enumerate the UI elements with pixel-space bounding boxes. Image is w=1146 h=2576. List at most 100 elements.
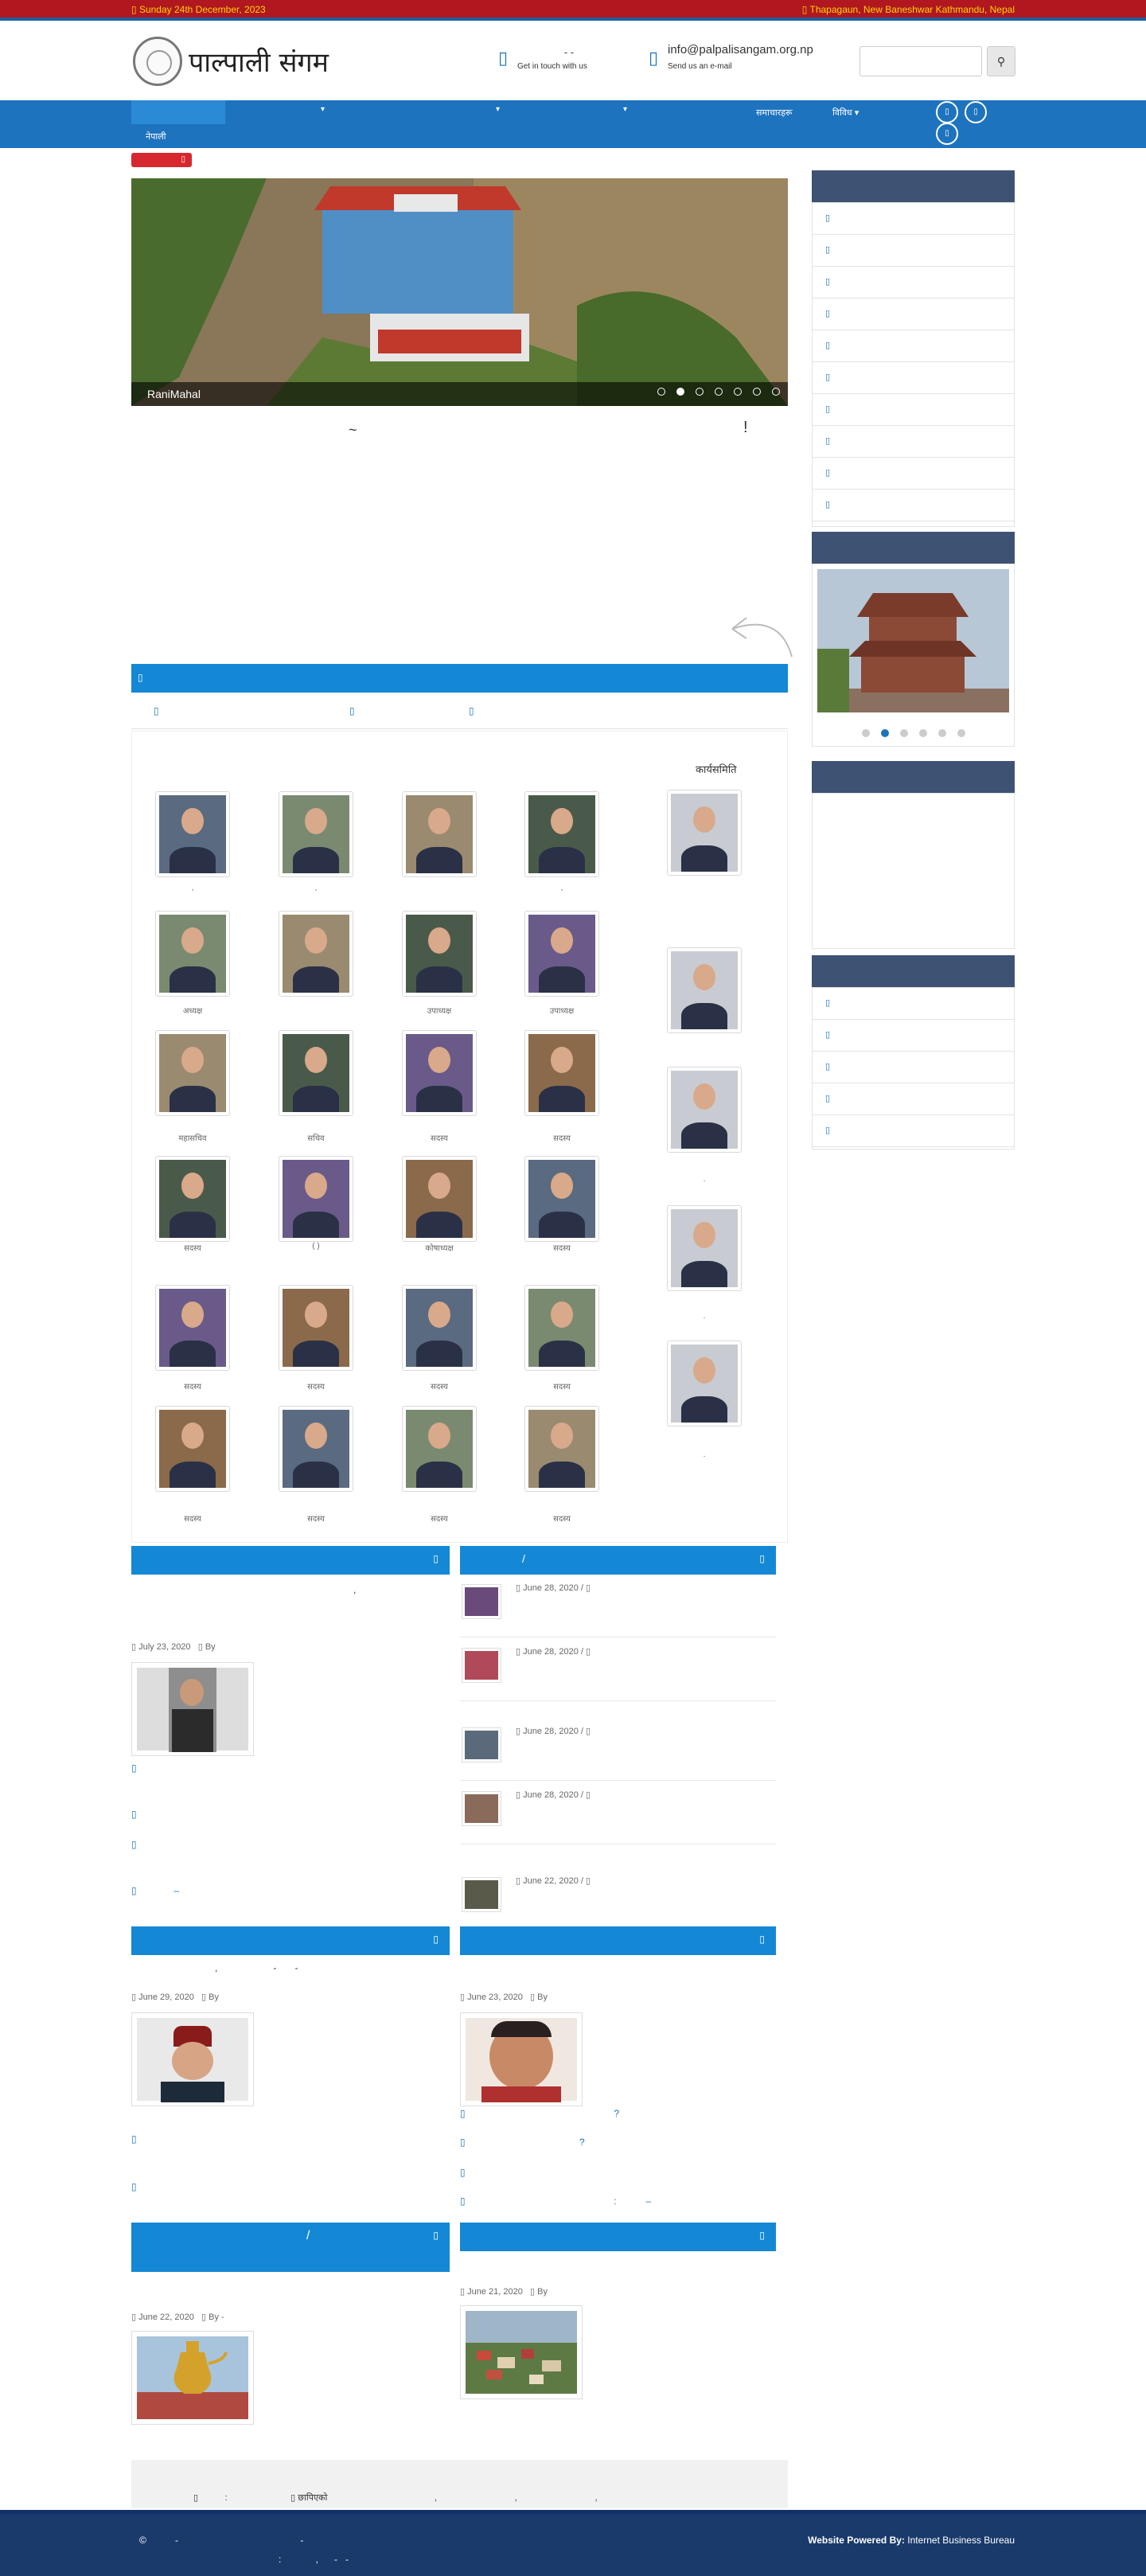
member-photo[interactable] — [524, 791, 599, 877]
slider-dot[interactable] — [657, 388, 665, 396]
post-link[interactable]: ▯ — [460, 2167, 466, 2178]
news-thumbnail[interactable] — [462, 1791, 501, 1826]
slider-dot[interactable] — [734, 388, 742, 396]
sidebar-link[interactable]: ▯ — [813, 988, 1014, 1020]
slider-dot[interactable] — [753, 388, 761, 396]
member-photo[interactable] — [667, 1067, 742, 1153]
post-thumbnail[interactable] — [460, 2305, 583, 2399]
slider-dot[interactable] — [772, 388, 780, 396]
chevron-down-icon[interactable]: ▾ — [321, 105, 325, 114]
read-more-link[interactable]: ▯ — [131, 2133, 137, 2145]
slider-dot[interactable] — [676, 388, 684, 396]
sidebar-link[interactable]: ▯ — [813, 1115, 1014, 1147]
post-link[interactable]: ▯ — [131, 1839, 137, 1850]
tab-1[interactable]: ▯ — [154, 705, 159, 716]
news-thumbnail[interactable] — [462, 1584, 501, 1619]
site-logo[interactable]: पाल्पाली संगम — [131, 35, 346, 88]
gallery-dots[interactable] — [862, 727, 965, 741]
member-photo[interactable] — [402, 1030, 477, 1116]
member-photo[interactable] — [155, 791, 230, 877]
post-thumbnail[interactable] — [460, 2012, 583, 2106]
temple-image — [817, 569, 1009, 712]
post-thumbnail[interactable] — [131, 2331, 254, 2425]
person-photo — [137, 2018, 248, 2102]
member-photo[interactable] — [524, 1030, 599, 1116]
member-photo[interactable] — [524, 1285, 599, 1371]
member-name: उपाध्यक्ष — [427, 1007, 452, 1016]
news-thumbnail[interactable] — [462, 1648, 501, 1683]
news-thumbnail[interactable] — [462, 1877, 501, 1912]
facebook-icon[interactable]: ▯ — [936, 101, 958, 123]
rss-icon: ▯ — [433, 2230, 439, 2241]
image-slider[interactable]: RaniMahal — [131, 178, 788, 406]
slider-dot[interactable] — [696, 388, 704, 396]
member-photo[interactable] — [155, 1030, 230, 1116]
sidebar-link[interactable]: ▯ — [813, 1020, 1014, 1052]
sidebar-gallery[interactable] — [812, 564, 1015, 747]
read-more-link[interactable]: ▯ — [131, 1762, 137, 1774]
member-photo[interactable] — [667, 790, 742, 876]
member-photo[interactable] — [279, 1406, 353, 1492]
member-photo[interactable] — [155, 1406, 230, 1492]
sidebar-link[interactable]: ▯ — [813, 330, 1014, 362]
member-photo[interactable] — [155, 1156, 230, 1242]
slider-dots[interactable] — [646, 385, 780, 400]
post-link[interactable]: ▯ — [131, 2181, 137, 2192]
chevron-down-icon[interactable]: ▾ — [496, 105, 500, 114]
sidebar-link[interactable]: ▯ — [813, 267, 1014, 299]
tab-3[interactable]: ▯ — [469, 705, 474, 716]
nav-misc[interactable]: विविध ▾ — [832, 107, 859, 119]
sidebar-link[interactable]: ▯ — [813, 490, 1014, 521]
rss-icon: ▯ — [759, 2230, 765, 2241]
sidebar-link[interactable]: ▯ — [813, 426, 1014, 458]
post-link[interactable]: ▯ ? — [460, 2137, 585, 2148]
search-button[interactable]: ⚲ — [987, 46, 1015, 76]
nav-home-active[interactable] — [131, 100, 225, 124]
member-photo[interactable] — [279, 1030, 353, 1116]
tab-2[interactable]: ▯ — [349, 705, 355, 716]
member-name: सदस्य — [307, 1383, 325, 1391]
address-text: ▯ Thapagaun, New Baneshwar Kathmandu, Ne… — [801, 4, 1015, 15]
member-photo[interactable] — [155, 1285, 230, 1371]
sidebar-link[interactable]: ▯ — [813, 362, 1014, 394]
member-photo[interactable] — [402, 911, 477, 997]
member-photo[interactable] — [279, 1285, 353, 1371]
sidebar-link[interactable]: ▯ — [813, 235, 1014, 267]
post-thumbnail[interactable] — [131, 2012, 254, 2106]
member-photo[interactable] — [402, 1406, 477, 1492]
post-link[interactable]: ▯ — [131, 1809, 137, 1820]
slider-dot[interactable] — [715, 388, 723, 396]
member-photo[interactable] — [524, 1406, 599, 1492]
post-link[interactable]: ▯ – — [131, 1885, 179, 1896]
nav-sub-item[interactable]: नेपाली — [131, 124, 225, 146]
member-photo[interactable] — [667, 1341, 742, 1427]
member-photo[interactable] — [402, 1285, 477, 1371]
member-photo[interactable] — [667, 1205, 742, 1291]
member-photo[interactable] — [402, 791, 477, 877]
sidebar-link[interactable]: ▯ — [813, 1052, 1014, 1083]
member-photo[interactable] — [402, 1156, 477, 1242]
member-photo[interactable] — [524, 911, 599, 997]
member-name: सदस्य — [553, 1244, 571, 1253]
nav-news[interactable]: समाचारहरू — [756, 107, 793, 119]
member-photo[interactable] — [155, 911, 230, 997]
member-photo[interactable] — [279, 1156, 353, 1242]
member-photo[interactable] — [524, 1156, 599, 1242]
sidebar-link[interactable]: ▯ — [813, 299, 1014, 330]
chevron-down-icon[interactable]: ▾ — [623, 105, 627, 114]
youtube-icon[interactable]: ▯ — [936, 123, 958, 145]
sidebar-link[interactable]: ▯ — [813, 458, 1014, 490]
member-photo[interactable] — [667, 947, 742, 1033]
twitter-icon[interactable]: ▯ — [965, 101, 987, 123]
post-link[interactable]: ▯ : – — [460, 2195, 651, 2207]
sidebar-link[interactable]: ▯ — [813, 1083, 1014, 1115]
member-photo[interactable] — [279, 791, 353, 877]
news-thumbnail[interactable] — [462, 1727, 501, 1762]
read-more-link[interactable]: ▯ ? — [460, 2108, 619, 2119]
sidebar-link[interactable]: ▯ — [813, 394, 1014, 426]
sidebar-link[interactable]: ▯ — [813, 203, 1014, 235]
member-photo[interactable] — [279, 911, 353, 997]
member-name: सदस्य — [307, 1515, 325, 1524]
search-input[interactable] — [860, 46, 982, 76]
post-thumbnail[interactable] — [131, 1662, 254, 1756]
